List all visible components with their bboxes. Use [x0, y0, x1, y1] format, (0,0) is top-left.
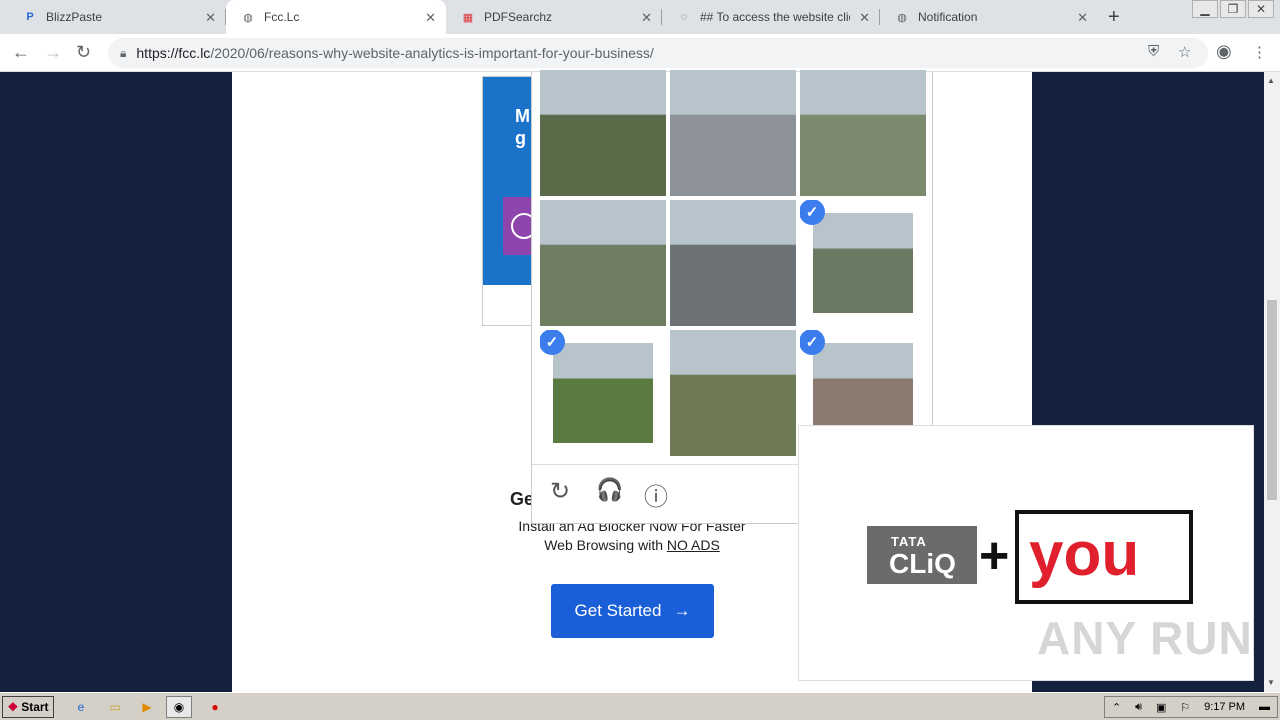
- tab-title: Notification: [918, 10, 978, 24]
- tab-title: ## To access the website click t: [700, 10, 850, 24]
- show-desktop-icon[interactable]: ▬: [1259, 701, 1270, 713]
- captcha-tile-roof[interactable]: [540, 70, 666, 196]
- url-domain: https://fcc.lc: [136, 45, 211, 61]
- anyrun-watermark: ANY RUN: [1037, 612, 1253, 664]
- new-tab-button[interactable]: +: [1108, 6, 1120, 29]
- windows-logo-icon: ❖: [7, 700, 19, 714]
- captcha-tile-image: [540, 200, 666, 326]
- loading-icon: ◌: [680, 11, 688, 23]
- scroll-up-icon[interactable]: ▲: [1267, 76, 1275, 85]
- captcha-tile-driveway-trees[interactable]: ✓: [540, 330, 666, 456]
- close-window-icon[interactable]: ✕: [1248, 0, 1274, 18]
- tab-pdfsearchz[interactable]: ▦ PDFSearchz ✕: [446, 0, 662, 34]
- profile-avatar-icon[interactable]: ◉: [1216, 41, 1232, 62]
- start-button[interactable]: ❖ Start: [2, 696, 54, 718]
- restore-icon[interactable]: ❐: [1220, 0, 1246, 18]
- globe-icon: ◍: [243, 11, 253, 24]
- cliq-label: CLiQ: [889, 548, 956, 579]
- window-controls: ▁ ❐ ✕: [1190, 0, 1274, 18]
- captcha-tile-house-tower[interactable]: ✓: [800, 200, 926, 326]
- tray-expand-icon[interactable]: ⌃: [1112, 701, 1121, 714]
- close-icon[interactable]: ✕: [859, 10, 870, 26]
- system-tray: ⌃ 🔊︎ ▣ ⚐ 9:17 PM ▬: [1104, 696, 1278, 718]
- captcha-tile-image: [800, 70, 926, 196]
- forward-arrow-icon[interactable]: →: [44, 42, 62, 63]
- plus-sign: +: [979, 527, 1010, 585]
- captcha-tile-image: [553, 343, 653, 443]
- tatacliq-popup-ad[interactable]: TATA CLiQ + you ANY RUN: [798, 425, 1254, 681]
- captcha-tile-road-lanes[interactable]: [800, 70, 926, 196]
- browser-toolbar: ← → ↻ 🔒︎ https://fcc.lc/2020/06/reasons-…: [0, 34, 1280, 72]
- tab-fcc[interactable]: ◍ Fcc.Lc ✕: [226, 0, 446, 34]
- lock-icon: 🔒︎: [120, 45, 127, 60]
- scroll-thumb[interactable]: [1267, 300, 1277, 500]
- tab-blizzpaste[interactable]: P BlizzPaste ✕: [8, 0, 226, 34]
- blocked-content-icon[interactable]: ⛨: [1148, 43, 1159, 60]
- audio-challenge-icon[interactable]: 🎧: [596, 477, 623, 503]
- close-icon[interactable]: ✕: [425, 10, 436, 26]
- chrome-taskbar-icon[interactable]: ◉: [166, 696, 192, 718]
- menu-dots-icon[interactable]: ⋮: [1252, 43, 1267, 61]
- media-player-icon[interactable]: ▶: [138, 698, 156, 716]
- you-label: you: [1029, 520, 1140, 589]
- back-arrow-icon[interactable]: ←: [12, 42, 30, 63]
- minimize-icon[interactable]: ▁: [1192, 0, 1218, 18]
- clock: 9:17 PM: [1204, 701, 1246, 713]
- captcha-tile-image: [540, 70, 666, 196]
- ie-icon[interactable]: e: [72, 698, 90, 716]
- tab-title: BlizzPaste: [46, 10, 103, 24]
- ad-text: M g: [515, 106, 530, 148]
- tab-access-website[interactable]: ◌ ## To access the website click t ✕: [662, 0, 880, 34]
- arrow-right-icon: →: [673, 601, 691, 620]
- url-path: /2020/06/reasons-why-website-analytics-i…: [210, 45, 654, 61]
- folder-icon[interactable]: ▭: [106, 698, 124, 716]
- close-icon[interactable]: ✕: [1077, 10, 1088, 26]
- network-icon[interactable]: ▣: [1156, 701, 1166, 714]
- tata-label: TATA: [891, 534, 927, 549]
- globe-icon: ◍: [897, 11, 907, 24]
- bookmark-star-icon[interactable]: ☆: [1178, 43, 1191, 61]
- reload-challenge-icon[interactable]: ↻: [550, 477, 570, 506]
- tab-title: Fcc.Lc: [264, 10, 300, 24]
- windows-taskbar: ❖ Start e ▭ ▶ ◉ ● ⌃ 🔊︎ ▣ ⚐ 9:17 PM ▬: [0, 692, 1280, 720]
- captcha-tile-image: [813, 213, 913, 313]
- tab-notification[interactable]: ◍ Notification ✕: [880, 0, 1098, 34]
- scroll-down-icon[interactable]: ▼: [1267, 678, 1275, 687]
- get-started-button[interactable]: Get Started →: [551, 584, 714, 638]
- close-icon[interactable]: ✕: [205, 10, 216, 26]
- captcha-tile-highway[interactable]: [540, 200, 666, 326]
- start-label: Start: [21, 700, 49, 714]
- reload-icon[interactable]: ↻: [76, 42, 91, 63]
- tab-title: PDFSearchz: [484, 10, 553, 24]
- info-icon[interactable]: ⓘ: [644, 477, 668, 512]
- tatacliq-logo: TATA CLiQ: [867, 526, 977, 584]
- close-icon[interactable]: ✕: [641, 10, 652, 26]
- flag-icon[interactable]: ⚐: [1180, 701, 1190, 714]
- captcha-tile-overpass-grass[interactable]: [670, 330, 796, 456]
- subtext-line2: Web Browsing with: [544, 537, 663, 553]
- address-bar[interactable]: 🔒︎ https://fcc.lc/2020/06/reasons-why-we…: [108, 38, 1208, 68]
- captcha-tile-image: [670, 70, 796, 196]
- tab-strip: P BlizzPaste ✕ ◍ Fcc.Lc ✕ ▦ PDFSearchz ✕…: [0, 0, 1280, 34]
- get-started-label: Get Started: [574, 601, 662, 620]
- volume-icon[interactable]: 🔊︎: [1135, 701, 1142, 714]
- blizzpaste-icon: P: [26, 11, 34, 23]
- opera-icon[interactable]: ●: [206, 698, 224, 716]
- page-scrollbar[interactable]: ▲ ▼: [1264, 72, 1280, 692]
- captcha-tile-image: [670, 330, 796, 456]
- captcha-tile-highway-guardrail[interactable]: [670, 200, 796, 326]
- pdf-icon: ▦: [462, 11, 474, 24]
- captcha-tile-highway-overpass[interactable]: [670, 70, 796, 196]
- you-logo-box: you: [1015, 510, 1193, 604]
- captcha-tile-image: [670, 200, 796, 326]
- no-ads-link[interactable]: NO ADS: [667, 537, 720, 553]
